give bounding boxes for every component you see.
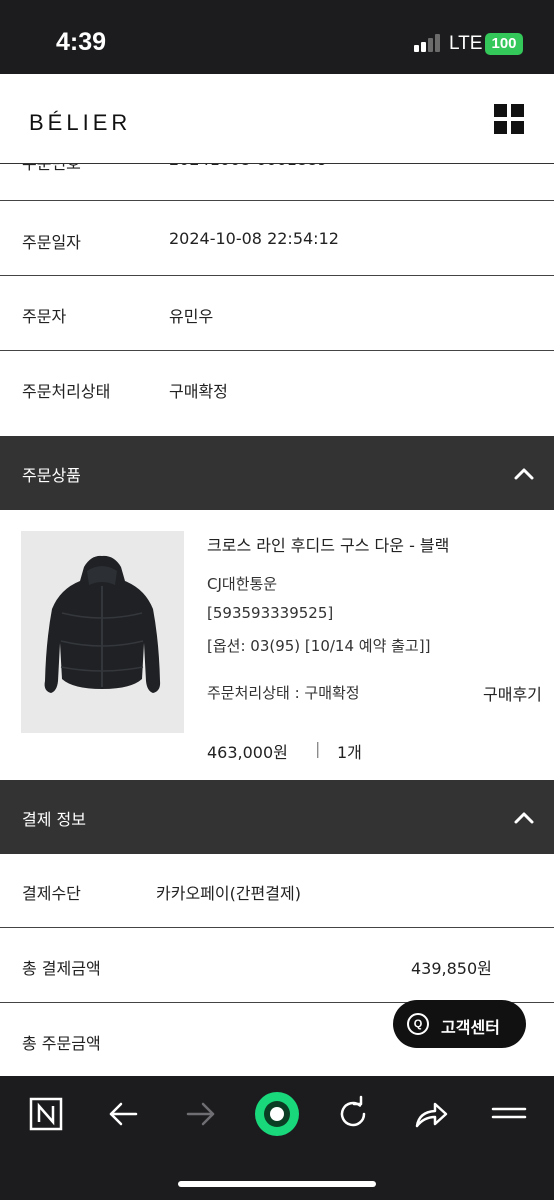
product-item: 크로스 라인 후디드 구스 다운 - 블랙 CJ대한통운 [5935933395… [0,510,554,780]
order-number-row: 주문번호 20241008-0001889 [0,164,554,201]
order-date-row: 주문일자 2024-10-08 22:54:12 [0,201,554,276]
orderer-row: 주문자 유민우 [0,276,554,351]
product-name[interactable]: 크로스 라인 후디드 구스 다운 - 블랙 [207,532,449,556]
order-status-value: 구매확정 [169,382,228,401]
signal-strength-icon [414,34,442,52]
order-status-row: 주문처리상태 구매확정 [0,351,554,436]
orderer-value: 유민우 [169,307,214,326]
orderer-label: 주문자 [22,307,67,326]
home-indicator [178,1181,376,1187]
total-payment-value: 439,850원 [411,959,492,978]
chevron-up-icon[interactable] [512,462,536,486]
order-number-label: 주문번호 [22,164,81,174]
write-review-button[interactable]: 구매후기 [483,681,542,705]
status-time: 4:39 [56,28,107,56]
section-title: 주문상품 [22,466,81,485]
battery-icon: 100 [485,33,523,55]
payment-method-row: 결제수단 카카오페이(간편결제) [0,854,554,928]
product-status: 주문처리상태 : 구매확정 [207,684,360,702]
site-header: BÉLIER [0,74,554,164]
order-products-header[interactable]: 주문상품 [0,436,554,510]
green-dot-icon[interactable] [254,1091,300,1137]
price-quantity-divider: | [315,739,321,758]
network-type: LTE [449,33,483,54]
product-option: [옵션: 03(95) [10/14 예약 출고]] [207,637,431,655]
payment-method-label: 결제수단 [22,884,81,903]
order-status-label: 주문처리상태 [22,382,111,401]
product-price: 463,000원 [207,743,288,762]
tracking-number[interactable]: [593593339525] [207,604,333,622]
share-icon[interactable] [411,1094,451,1134]
search-q-icon: Q [407,1013,429,1035]
puffer-jacket-image [44,555,161,693]
order-date-value: 2024-10-08 22:54:12 [169,229,339,248]
grid-menu-icon[interactable] [494,104,524,134]
order-number-value: 20241008-0001889 [169,164,327,169]
section-title: 결제 정보 [22,810,86,829]
payment-info-header[interactable]: 결제 정보 [0,780,554,854]
forward-arrow-icon[interactable] [181,1094,221,1134]
customer-center-button[interactable]: Q 고객센터 [393,1000,526,1048]
chevron-up-icon[interactable] [512,806,536,830]
courier-name: CJ대한통운 [207,575,278,593]
menu-icon[interactable] [489,1094,529,1134]
brand-logo[interactable]: BÉLIER [29,110,131,136]
status-bar: 4:39 LTE 100 [0,0,554,74]
product-quantity: 1개 [337,743,362,762]
refresh-icon[interactable] [333,1094,373,1134]
product-thumbnail[interactable] [21,531,184,733]
payment-method-value: 카카오페이(간편결제) [156,884,301,903]
naver-n-icon[interactable] [26,1094,66,1134]
total-payment-row: 총 결제금액 439,850원 [0,928,554,1003]
total-payment-label: 총 결제금액 [22,959,101,978]
total-order-label: 총 주문금액 [22,1034,101,1053]
customer-center-label: 고객센터 [441,1018,500,1037]
back-arrow-icon[interactable] [103,1094,143,1134]
order-date-label: 주문일자 [22,233,81,252]
